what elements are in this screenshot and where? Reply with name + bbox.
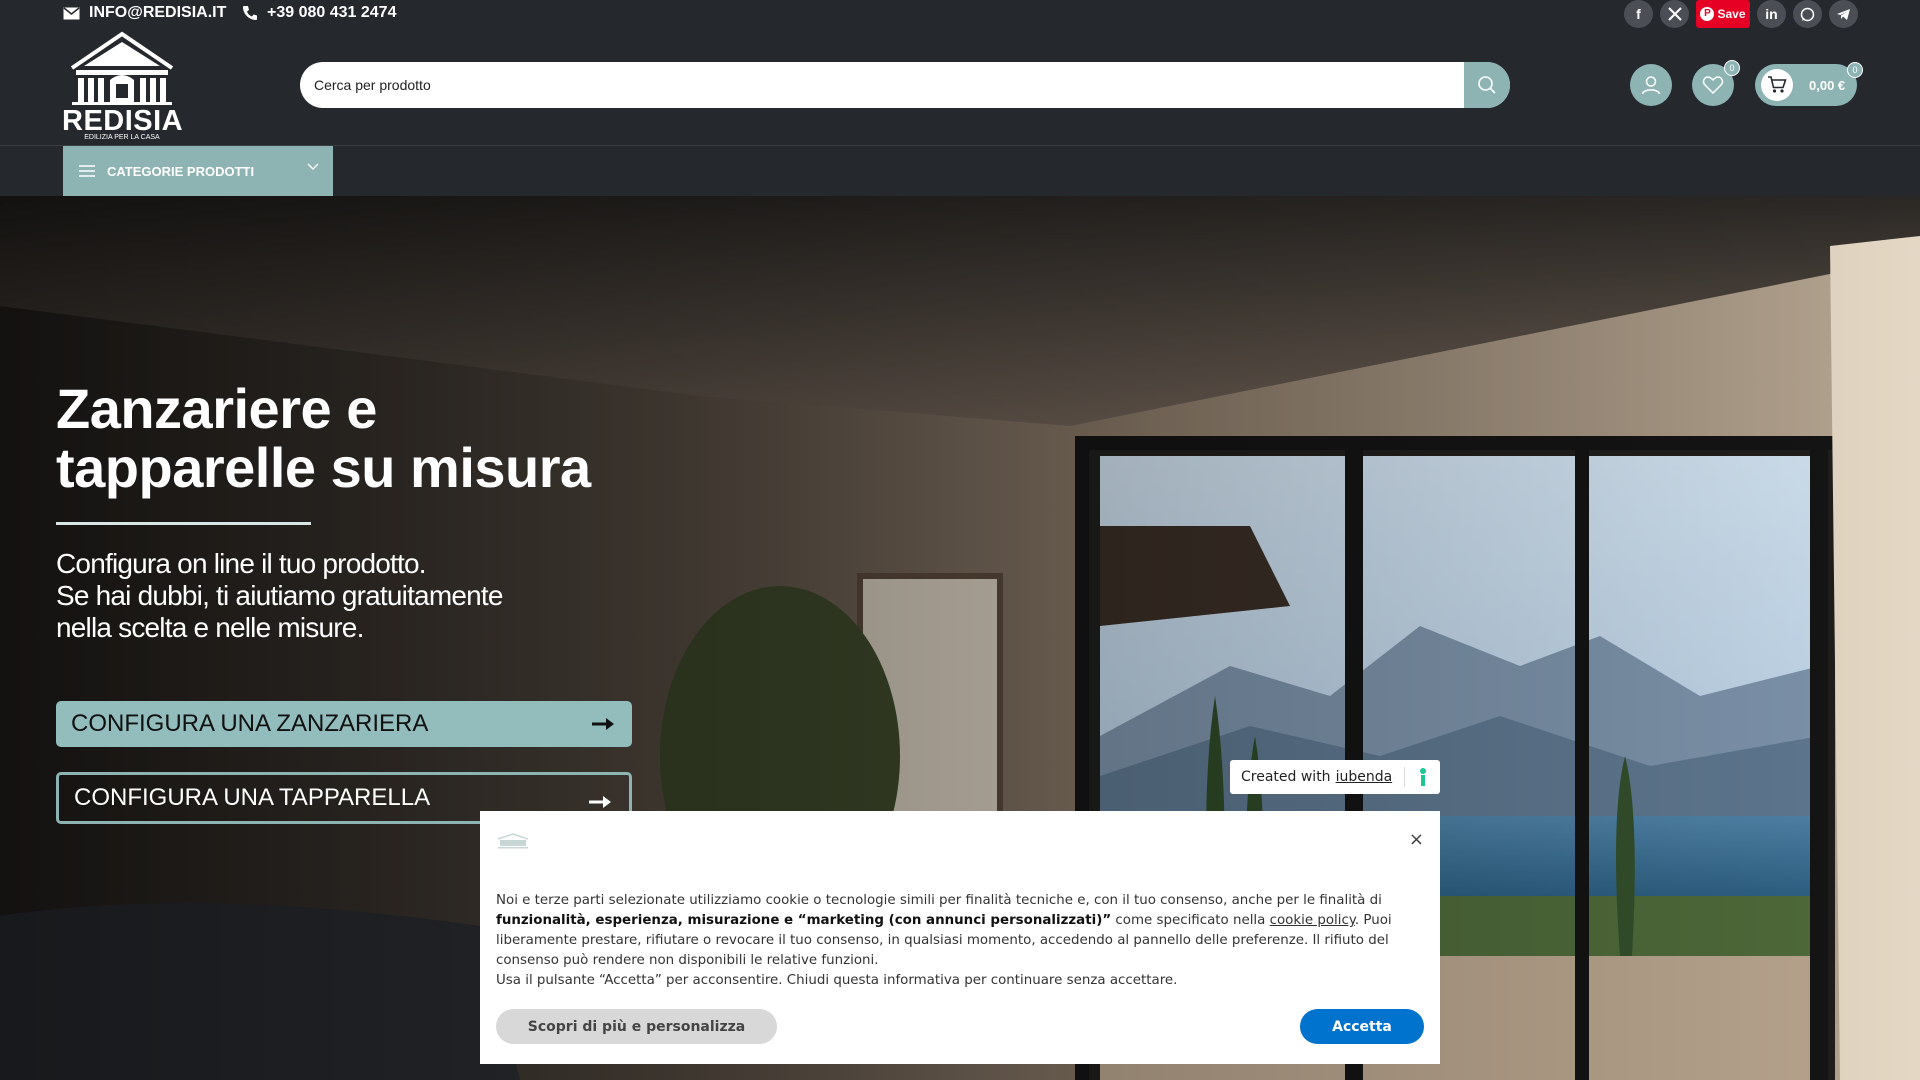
- chevron-down-icon: [307, 163, 319, 170]
- pinterest-save-button[interactable]: P Save: [1696, 0, 1750, 28]
- linkedin-icon[interactable]: in: [1757, 0, 1786, 28]
- phone-icon: [243, 6, 257, 20]
- x-twitter-icon[interactable]: [1660, 0, 1689, 28]
- cart-icon: [1761, 69, 1793, 101]
- header-phone-text: +39 080 431 2474: [267, 4, 397, 21]
- header-email-link[interactable]: INFO@REDISIA.IT: [63, 4, 226, 22]
- main-navbar: CATEGORIE PRODOTTI: [0, 145, 1920, 196]
- hero-subtitle-line-3: nella scelta e nelle misure.: [56, 612, 364, 643]
- product-search: [300, 62, 1510, 108]
- whatsapp-icon[interactable]: [1793, 0, 1822, 28]
- cookie-notice-text: Noi e terze parti selezionate utilizziam…: [496, 891, 1426, 991]
- learn-more-customize-button[interactable]: Scopri di più e personalizza: [496, 1009, 777, 1044]
- configure-zanzariera-label: CONFIGURA UNA ZANZARIERA: [71, 710, 429, 737]
- wishlist-button[interactable]: 0: [1692, 60, 1740, 106]
- cookie-text-purposes: funzionalità, esperienza, misurazione e …: [496, 913, 1112, 928]
- arrow-right-icon: [589, 796, 611, 808]
- iubenda-badge-prefix: Created with: [1241, 769, 1331, 785]
- cookie-policy-link[interactable]: cookie policy: [1270, 913, 1355, 928]
- cookie-text-4: Usa il pulsante “Accetta” per acconsenti…: [496, 973, 1178, 988]
- redisia-small-logo: [497, 833, 529, 849]
- cookie-text-1: Noi e terze parti selezionate utilizziam…: [496, 893, 1382, 908]
- iubenda-leaf-icon: [1420, 768, 1426, 786]
- wishlist-count-badge: 0: [1724, 60, 1740, 76]
- configure-zanzariera-button[interactable]: CONFIGURA UNA ZANZARIERA: [56, 701, 632, 747]
- hero-title-line-1: Zanzariere e: [56, 377, 377, 440]
- hero-subtitle: Configura on line il tuo prodotto. Se ha…: [56, 548, 616, 644]
- iubenda-badge-separator: [1404, 767, 1405, 787]
- site-header: INFO@REDISIA.IT +39 080 431 2474 f P Sav…: [0, 0, 1920, 145]
- pinterest-icon: P: [1700, 7, 1715, 21]
- search-input[interactable]: [300, 62, 1465, 108]
- user-icon: [1641, 76, 1661, 95]
- iubenda-badge[interactable]: Created with iubenda: [1230, 760, 1440, 794]
- accept-button[interactable]: Accetta: [1300, 1009, 1424, 1044]
- social-links: f P Save in: [1624, 0, 1858, 28]
- hero-subtitle-line-2: Se hai dubbi, ti aiutiamo gratuitamente: [56, 580, 503, 611]
- logo-tagline: EDILIZIA PER LA CASA: [84, 134, 160, 141]
- hero-subtitle-line-1: Configura on line il tuo prodotto.: [56, 548, 427, 579]
- facebook-icon[interactable]: f: [1624, 0, 1653, 28]
- pinterest-save-label: Save: [1717, 7, 1746, 21]
- hero-divider: [56, 522, 311, 525]
- hero-title: Zanzariere e tapparelle su misura: [56, 379, 696, 497]
- cookie-text-2: come specificato nella: [1111, 913, 1270, 928]
- arrow-right-icon: [592, 718, 614, 730]
- account-button[interactable]: [1630, 64, 1672, 106]
- product-categories-dropdown[interactable]: CATEGORIE PRODOTTI: [63, 146, 333, 196]
- search-icon: [1478, 76, 1496, 94]
- envelope-icon: [63, 6, 80, 19]
- search-button[interactable]: [1464, 62, 1510, 108]
- iubenda-badge-link[interactable]: iubenda: [1336, 769, 1393, 785]
- categories-label: CATEGORIE PRODOTTI: [107, 163, 255, 179]
- close-icon[interactable]: ×: [1409, 829, 1424, 850]
- telegram-icon[interactable]: [1829, 0, 1858, 28]
- header-email-text: INFO@REDISIA.IT: [89, 4, 227, 21]
- hamburger-icon: [79, 165, 95, 177]
- header-phone-link[interactable]: +39 080 431 2474: [242, 4, 396, 22]
- hero-title-line-2: tapparelle su misura: [56, 436, 591, 499]
- cart-count-badge: 0: [1847, 62, 1863, 78]
- cart-button[interactable]: 0,00 € 0: [1755, 62, 1863, 106]
- heart-icon: [1702, 76, 1724, 95]
- configure-tapparella-label: CONFIGURA UNA TAPPARELLA: [74, 784, 431, 811]
- cookie-consent-banner: × Noi e terze parti selezionate utilizzi…: [480, 811, 1440, 1064]
- cart-total: 0,00 €: [1809, 77, 1846, 93]
